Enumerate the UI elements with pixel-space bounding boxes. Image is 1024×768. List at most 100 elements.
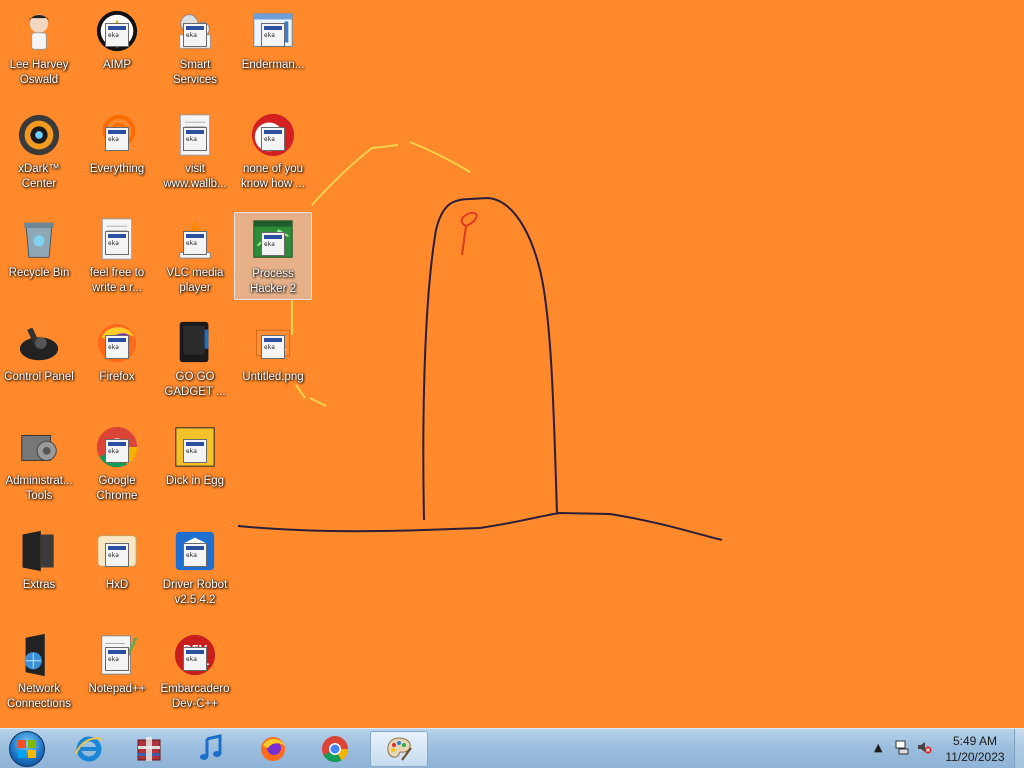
desktop-icon-label: Process Hacker 2: [249, 268, 297, 295]
processhacker-icon: [249, 216, 297, 264]
blackdevice-icon: [171, 319, 219, 367]
devcpp-icon: DEV+: [171, 631, 219, 679]
desktop-icon-process-hacker[interactable]: Process Hacker 2: [234, 212, 312, 300]
desktop-icon-vlc[interactable]: VLC media player: [156, 212, 234, 300]
desktop-icon-label: Notepad++: [88, 683, 146, 695]
desktop-icon-untitled-png[interactable]: Untitled.png: [234, 316, 312, 404]
desktop-icon-label: Everything: [89, 163, 145, 175]
taskbar-chrome[interactable]: [306, 731, 364, 767]
show-hidden-icons-arrow-icon[interactable]: ▲: [874, 741, 882, 754]
driverrobot-icon: [171, 527, 219, 575]
desktop-icon-label: Administrat... Tools: [5, 475, 73, 502]
shortcut-overlay-icon: [261, 23, 285, 47]
png-icon: [249, 319, 297, 367]
start-button[interactable]: [4, 730, 50, 768]
show-desktop-button[interactable]: [1014, 729, 1024, 768]
network-icon[interactable]: [894, 739, 910, 758]
egg-icon: e: [171, 423, 219, 471]
textfile-icon: [171, 111, 219, 159]
shortcut-overlay-icon: [105, 543, 129, 567]
admintools-icon: [15, 423, 63, 471]
desktop-icon-go-go-gadget[interactable]: GO GO GADGET ...: [156, 316, 234, 404]
desktop-icon-label: Driver Robot v2.5.4.2: [162, 579, 228, 606]
taskbar-paint[interactable]: [370, 731, 428, 767]
redcircle-icon: [249, 111, 297, 159]
desktop-icon-label: Lee Harvey Oswald: [9, 59, 69, 86]
shortcut-overlay-icon: [105, 23, 129, 47]
system-tray: ▲ 5:49 AM 11/20/2023: [864, 729, 1024, 768]
desktop-icon-network-connections[interactable]: Network Connections: [0, 628, 78, 716]
shortcut-overlay-icon: [183, 23, 207, 47]
desktop-icon-enderman[interactable]: Enderman...: [234, 4, 312, 92]
firefox-icon: [93, 319, 141, 367]
xdark-icon: [15, 111, 63, 159]
shortcut-overlay-icon: [105, 231, 129, 255]
desktop-icon-firefox[interactable]: Firefox: [78, 316, 156, 404]
taskbar-archive-tool[interactable]: [120, 731, 178, 767]
desktop-icon-recycle-bin[interactable]: Recycle Bin: [0, 212, 78, 300]
desktop-icon-visit-wallb[interactable]: visit www.wallb...: [156, 108, 234, 196]
clock[interactable]: 5:49 AM 11/20/2023: [940, 733, 1010, 765]
folderdark-icon: [15, 527, 63, 575]
desktop-icon-label: Extras: [22, 579, 56, 591]
gears-icon: [171, 7, 219, 55]
network-icon: [15, 631, 63, 679]
taskbar: ▲ 5:49 AM 11/20/2023: [0, 728, 1024, 768]
shortcut-overlay-icon: [105, 647, 129, 671]
desktop[interactable]: Lee Harvey Oswald AIMP Smart Services Ender…: [0, 0, 1024, 728]
chrome-icon: [93, 423, 141, 471]
internet-explorer-icon: [75, 736, 103, 762]
archive-icon: [137, 737, 161, 761]
taskbar-internet-explorer[interactable]: [60, 731, 118, 767]
music-note-icon: [200, 734, 222, 760]
desktop-icon-aimp[interactable]: AIMP: [78, 4, 156, 92]
desktop-icon-everything[interactable]: Everything: [78, 108, 156, 196]
taskbar-music-player[interactable]: [182, 731, 240, 767]
shortcut-overlay-icon: [105, 439, 129, 463]
desktop-icon-label: VLC media player: [166, 267, 224, 294]
desktop-icon-xdark-center[interactable]: xDark™ Center: [0, 108, 78, 196]
desktop-icon-extras[interactable]: Extras: [0, 524, 78, 612]
desktop-icon-label: Smart Services: [172, 59, 218, 86]
windows-logo-icon: [9, 731, 45, 767]
desktop-icon-notepad-plus-plus[interactable]: Notepad++: [78, 628, 156, 716]
clock-date: 11/20/2023: [945, 750, 1005, 764]
volume-muted-icon[interactable]: [916, 739, 932, 758]
window-icon: [249, 7, 297, 55]
desktop-icon-label: Control Panel: [4, 371, 74, 383]
aimp-icon: [93, 7, 141, 55]
desktop-icon-label: visit www.wallb...: [163, 163, 227, 190]
shortcut-overlay-icon: [183, 127, 207, 151]
desktop-icon-admin-tools[interactable]: Administrat... Tools: [0, 420, 78, 508]
desktop-icon-label: none of you know how ...: [241, 163, 305, 190]
desktop-icon-lee-harvey-oswald[interactable]: Lee Harvey Oswald: [0, 4, 78, 92]
chrome-icon: [322, 736, 349, 763]
clock-time: 5:49 AM: [952, 734, 998, 748]
desktop-icon-label: Google Chrome: [96, 475, 138, 502]
taskbar-firefox[interactable]: [244, 731, 302, 767]
desktop-icon-none-of-you[interactable]: none of you know how ...: [234, 108, 312, 196]
desktop-icon-dick-in-egg[interactable]: e Dick in Egg: [156, 420, 234, 508]
desktop-icon-driver-robot[interactable]: Driver Robot v2.5.4.2: [156, 524, 234, 612]
desktop-icon-label: GO GO GADGET ...: [164, 371, 226, 398]
shortcut-overlay-icon: [261, 335, 285, 359]
shortcut-overlay-icon: [105, 127, 129, 151]
notepad-icon: [93, 631, 141, 679]
desktop-icon-feel-free[interactable]: feel free to write a r...: [78, 212, 156, 300]
desktop-icon-smart-services[interactable]: Smart Services: [156, 4, 234, 92]
desktop-icon-label: Embarcadero Dev-C++: [160, 683, 230, 710]
desktop-icon-hxd[interactable]: D HxD: [78, 524, 156, 612]
desktop-icon-control-panel[interactable]: Control Panel: [0, 316, 78, 404]
textfile-icon: [93, 215, 141, 263]
shortcut-overlay-icon: [183, 543, 207, 567]
desktop-icon-google-chrome[interactable]: Google Chrome: [78, 420, 156, 508]
recycle-icon: [15, 215, 63, 263]
shortcut-overlay-icon: [183, 647, 207, 671]
desktop-icon-label: Untitled.png: [242, 371, 304, 383]
shortcut-overlay-icon: [183, 231, 207, 255]
shortcut-overlay-icon: [105, 335, 129, 359]
desktop-icon-label: Dick in Egg: [165, 475, 225, 487]
desktop-icon-label: Network Connections: [7, 683, 71, 710]
avatar-icon: [15, 7, 63, 55]
desktop-icon-embarcadero-devcpp[interactable]: DEV+ Embarcadero Dev-C++: [156, 628, 234, 716]
